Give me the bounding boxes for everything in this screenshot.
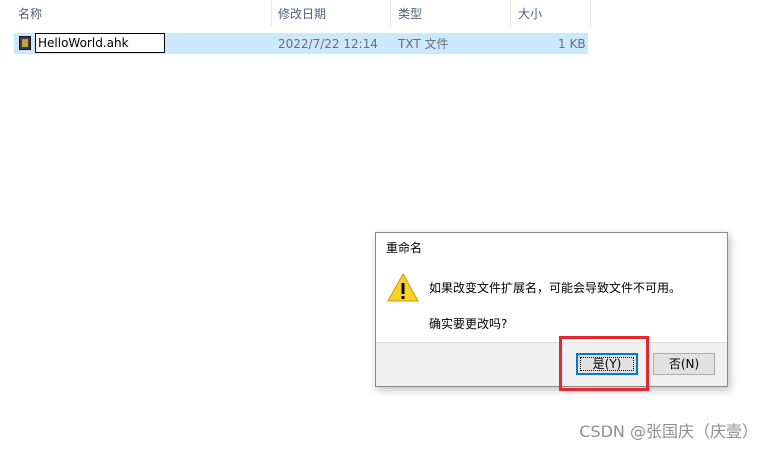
column-divider[interactable] xyxy=(510,0,511,26)
column-header-bar: 名称 ^ 修改日期 类型 大小 xyxy=(0,0,592,26)
ahk-file-icon xyxy=(19,36,31,50)
column-header-size[interactable]: 大小 xyxy=(514,0,590,26)
file-modified-date: 2022/7/22 12:14 xyxy=(278,37,378,51)
no-button[interactable]: 否(N) xyxy=(653,353,715,375)
dialog-button-bar: 是(Y) 否(N) xyxy=(376,342,727,386)
dialog-title: 重命名 xyxy=(386,241,423,255)
rename-confirm-dialog: 重命名 如果改变文件扩展名，可能会导致文件不可用。 确实要更改吗? 是(Y) 否… xyxy=(375,232,728,387)
no-button-label: 否(N) xyxy=(668,357,700,371)
column-divider[interactable] xyxy=(271,0,272,26)
column-divider[interactable] xyxy=(590,0,591,26)
file-type: TXT 文件 xyxy=(398,37,449,51)
watermark: CSDN @张国庆（庆壹） xyxy=(579,422,758,441)
column-header-type[interactable]: 类型 xyxy=(394,0,510,26)
file-size: 1 KB xyxy=(558,37,586,51)
rename-input[interactable]: HelloWorld.ahk xyxy=(35,33,165,53)
column-divider[interactable] xyxy=(390,0,391,26)
dialog-message: 如果改变文件扩展名，可能会导致文件不可用。 xyxy=(429,281,682,295)
column-header-modified[interactable]: 修改日期 xyxy=(274,0,390,26)
file-row[interactable]: HelloWorld.ahk 2022/7/22 12:14 TXT 文件 1 … xyxy=(14,33,588,54)
warning-icon xyxy=(387,272,419,302)
dialog-question: 确实要更改吗? xyxy=(429,317,508,331)
highlight-annotation-box xyxy=(559,336,649,391)
sort-ascending-icon: ^ xyxy=(136,0,145,7)
